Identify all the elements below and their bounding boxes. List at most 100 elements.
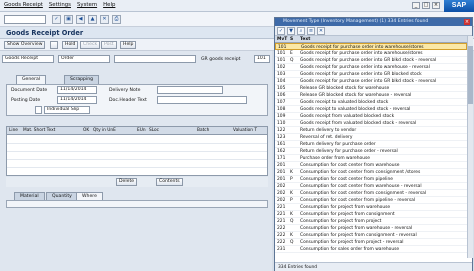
hold-button[interactable]: Hold — [62, 41, 79, 49]
menu-goods-receipt[interactable]: Goods Receipt — [4, 2, 43, 8]
popup-scrollbar[interactable] — [467, 36, 473, 258]
list-item[interactable]: 104 Goods receipt for purchase order into… — [275, 78, 467, 85]
confirm-icon[interactable]: ✓ — [277, 27, 285, 35]
main-menu: Goods Receipt Settings System Help — [4, 2, 115, 8]
text-value: Consumption for sales order from warehou… — [300, 247, 400, 252]
list-item[interactable]: 162 Return delivery for purchase order - … — [275, 148, 467, 155]
text-value: Goods receipt from valuated blocked stoc… — [300, 121, 417, 126]
menu-settings[interactable]: Settings — [49, 2, 71, 8]
mvt-value: 162 — [277, 149, 286, 154]
mvt-value: 123 — [277, 135, 286, 140]
list-item[interactable]: 101 Goods receipt for purchase order into… — [275, 43, 467, 50]
list-item[interactable]: 202 Consumption for cost center from ware… — [275, 183, 467, 190]
print-icon[interactable]: ⎙ — [112, 15, 121, 24]
exit-icon[interactable]: ▲ — [88, 15, 97, 24]
new-doc-icon[interactable] — [50, 41, 58, 49]
individual-slip-checkbox[interactable] — [35, 106, 42, 114]
tab-general[interactable]: General — [16, 75, 47, 84]
minimize-button[interactable]: _ — [412, 2, 420, 9]
list-item[interactable]: 221 K Consumption for project from consign… — [275, 211, 467, 218]
list-item[interactable]: 110 Goods receipt from valuated blocked s… — [275, 120, 467, 127]
filter-icon[interactable]: ▼ — [287, 27, 295, 35]
sap-logo: SAP — [444, 0, 474, 12]
command-field[interactable] — [4, 15, 46, 24]
check-icon[interactable]: ✓ — [52, 15, 61, 24]
mvt-value: 202 — [277, 191, 286, 196]
list-item[interactable]: 221 Consumption for project from warehous… — [275, 204, 467, 211]
posting-date-label: Posting Date — [11, 98, 41, 103]
help-button[interactable]: Help — [120, 41, 137, 49]
list-item[interactable]: 109 Goods receipt from valuated blocked s… — [275, 113, 467, 120]
menu-system[interactable]: System — [77, 2, 97, 8]
page-title: Goods Receipt Order — [6, 29, 84, 37]
delivery-note-input[interactable] — [157, 86, 223, 94]
text-value: Consumption for cost center from consign… — [300, 191, 427, 196]
cancel-icon[interactable]: ✕ — [317, 27, 325, 35]
table-row[interactable] — [7, 159, 267, 160]
list-item[interactable]: 222 Q Consumption for project from project… — [275, 239, 467, 246]
list-item[interactable]: 202 K Consumption for cost center from con… — [275, 190, 467, 197]
table-row[interactable] — [7, 143, 267, 144]
mvt-value: 201 — [277, 163, 286, 168]
list-item[interactable]: 101 Q Goods receipt for purchase order int… — [275, 57, 467, 64]
doc-header-text-input[interactable] — [157, 96, 247, 104]
reference-number-input[interactable] — [114, 55, 196, 63]
tab-scrapping[interactable]: Scrapping — [64, 75, 100, 84]
search-icon[interactable]: ⌕ — [297, 27, 305, 35]
posting-date-input[interactable]: 11/14/2014 — [57, 96, 97, 104]
maximize-button[interactable]: □ — [422, 2, 430, 9]
list-item[interactable]: 123 Reversal of ret. delivery — [275, 134, 467, 141]
list-item[interactable]: 108 Goods receipt to valuated blocked sto… — [275, 106, 467, 113]
text-value: Goods receipt to valuated blocked stock — [300, 100, 389, 105]
check-button[interactable]: Check — [80, 41, 101, 49]
list-item[interactable]: 102 Goods receipt for purchase order into… — [275, 64, 467, 71]
list-item[interactable]: 106 Release GR blocked stock for warehous… — [275, 92, 467, 99]
table-row[interactable] — [7, 151, 267, 152]
list-item[interactable]: 201 Consumption for cost center from ware… — [275, 162, 467, 169]
list-item[interactable]: 105 Release GR blocked stock for warehous… — [275, 85, 467, 92]
list-item[interactable]: 222 K Consumption for project from consign… — [275, 232, 467, 239]
contents-button[interactable]: Contents — [156, 178, 183, 186]
table-header: Line Mat. Short Text OK Qty in UnE EUn S… — [7, 127, 267, 135]
list-item[interactable]: 201 K Consumption for cost center from con… — [275, 169, 467, 176]
list-item[interactable]: 122 Return delivery to vendor — [275, 127, 467, 134]
show-overview-button[interactable]: Show Overview — [4, 41, 46, 49]
list-item[interactable]: 222 Consumption for project from warehous… — [275, 225, 467, 232]
list-item[interactable]: 171 Purchase order from warehouse — [275, 155, 467, 162]
action-select[interactable]: Goods Receipt — [2, 55, 54, 63]
document-date-input[interactable]: 11/14/2014 — [57, 86, 97, 94]
back-icon[interactable]: ◀ — [76, 15, 85, 24]
list-item[interactable]: 107 Goods receipt to valuated blocked sto… — [275, 99, 467, 106]
slip-type-select[interactable]: Individual Slip — [44, 106, 90, 114]
col-s: S — [290, 37, 294, 42]
col-mat-short-text: Mat. Short Text — [23, 128, 56, 133]
cancel-icon[interactable]: ✕ — [100, 15, 109, 24]
list-item[interactable]: 221 Q Consumption for project from project — [275, 218, 467, 225]
list-item[interactable]: 161 Return delivery for purchase order — [275, 141, 467, 148]
post-button[interactable]: Post — [101, 41, 117, 49]
scroll-thumb[interactable] — [468, 46, 473, 104]
list-item[interactable]: 202 P Consumption for cost center from pip… — [275, 197, 467, 204]
text-value: Release GR blocked stock for warehouse -… — [300, 93, 412, 98]
menu-bar: Goods Receipt Settings System Help _ □ × — [0, 0, 474, 12]
delete-button[interactable]: Delete — [116, 178, 138, 186]
list-item[interactable]: 103 Goods receipt for purchase order into… — [275, 71, 467, 78]
text-value: Release GR blocked stock for warehouse — [300, 86, 390, 91]
text-value: Consumption for project from consignment — [300, 212, 395, 217]
special-stock-value: P — [290, 177, 293, 182]
movement-type-input[interactable]: 101 — [254, 55, 270, 63]
text-value: Consumption for project from warehouse — [300, 205, 391, 210]
special-stock-value: Q — [290, 219, 294, 224]
table-row[interactable] — [7, 167, 267, 168]
list-item[interactable]: 201 P Consumption for cost center from pip… — [275, 176, 467, 183]
menu-help[interactable]: Help — [103, 2, 115, 8]
close-window-button[interactable]: × — [432, 2, 440, 9]
mvt-value: 222 — [277, 240, 286, 245]
save-icon[interactable]: ▣ — [64, 15, 73, 24]
sort-icon[interactable]: ≡ — [307, 27, 315, 35]
list-item[interactable]: 231 Consumption for sales order from ware… — [275, 246, 467, 253]
mvt-value: 171 — [277, 156, 286, 161]
close-icon[interactable]: × — [464, 19, 470, 25]
reference-select[interactable]: Order — [58, 55, 110, 63]
list-item[interactable]: 101 E Goods receipt for purchase order int… — [275, 50, 467, 57]
